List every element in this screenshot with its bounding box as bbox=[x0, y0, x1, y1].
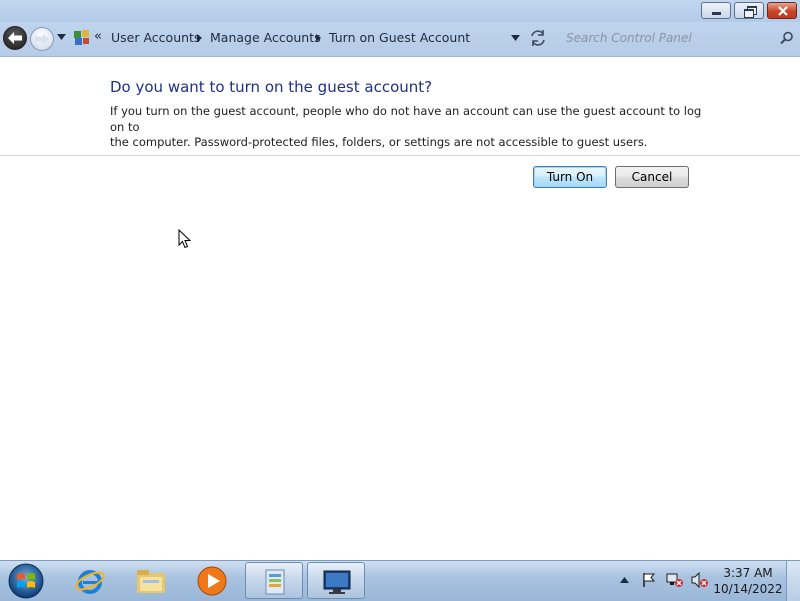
back-arrow-icon bbox=[8, 32, 22, 44]
control-panel-icon bbox=[74, 30, 89, 45]
close-icon bbox=[778, 6, 788, 16]
breadcrumb-overflow[interactable]: « bbox=[94, 29, 102, 44]
breadcrumb-separator-icon[interactable] bbox=[316, 34, 321, 42]
divider bbox=[0, 155, 800, 156]
address-bar[interactable]: « User Accounts Manage Accounts Turn on … bbox=[73, 26, 553, 50]
taskbar-remote-desktop[interactable] bbox=[307, 562, 365, 599]
taskbar-media-player[interactable] bbox=[183, 562, 241, 599]
recent-pages-dropdown-icon[interactable] bbox=[57, 34, 66, 40]
network-disconnected-icon[interactable] bbox=[666, 572, 684, 588]
start-orb-icon[interactable] bbox=[7, 562, 45, 600]
volume-muted-icon[interactable] bbox=[691, 572, 709, 588]
description-line: the computer. Password-protected files, … bbox=[110, 135, 648, 149]
control-panel-icon bbox=[265, 569, 285, 595]
file-explorer-icon bbox=[137, 570, 165, 593]
close-button[interactable] bbox=[767, 2, 797, 19]
page-title: Do you want to turn on the guest account… bbox=[110, 78, 433, 96]
taskbar: 3:37 AM 10/14/2022 bbox=[0, 560, 800, 601]
search-input[interactable]: Search Control Panel bbox=[556, 28, 797, 50]
breadcrumb-user-accounts[interactable]: User Accounts bbox=[111, 30, 200, 45]
breadcrumb-separator-icon[interactable] bbox=[197, 34, 202, 42]
search-placeholder: Search Control Panel bbox=[566, 31, 692, 45]
forward-arrow-icon bbox=[35, 33, 49, 45]
taskbar-file-explorer[interactable] bbox=[122, 562, 180, 599]
media-player-icon bbox=[197, 566, 227, 596]
back-button[interactable] bbox=[3, 26, 27, 50]
address-dropdown-icon[interactable] bbox=[511, 35, 520, 41]
action-center-flag-icon[interactable] bbox=[641, 572, 657, 588]
search-icon[interactable] bbox=[780, 31, 794, 45]
taskbar-control-panel[interactable] bbox=[245, 562, 303, 599]
description-line: If you turn on the guest account, people… bbox=[110, 104, 702, 134]
breadcrumb-turn-on-guest[interactable]: Turn on Guest Account bbox=[329, 30, 470, 45]
restore-button[interactable] bbox=[734, 2, 764, 19]
taskbar-internet-explorer[interactable] bbox=[61, 562, 119, 599]
remote-desktop-icon bbox=[323, 570, 351, 594]
description: If you turn on the guest account, people… bbox=[110, 104, 710, 151]
clock-time: 3:37 AM bbox=[723, 566, 773, 580]
cancel-button[interactable]: Cancel bbox=[615, 166, 689, 188]
breadcrumb-manage-accounts[interactable]: Manage Accounts bbox=[210, 30, 321, 45]
turn-on-button[interactable]: Turn On bbox=[533, 166, 607, 188]
forward-button[interactable] bbox=[30, 27, 54, 51]
clock-date: 10/14/2022 bbox=[713, 582, 783, 596]
show-hidden-icons-icon[interactable] bbox=[620, 577, 629, 583]
window-title-bar[interactable] bbox=[0, 0, 800, 22]
content-pane: Do you want to turn on the guest account… bbox=[0, 57, 800, 560]
internet-explorer-icon bbox=[75, 570, 105, 594]
show-desktop-button[interactable] bbox=[786, 561, 800, 601]
refresh-icon[interactable] bbox=[528, 28, 548, 48]
system-clock[interactable]: 3:37 AM 10/14/2022 bbox=[712, 565, 784, 597]
minimize-button[interactable] bbox=[701, 2, 731, 19]
mouse-cursor-icon bbox=[178, 229, 192, 249]
